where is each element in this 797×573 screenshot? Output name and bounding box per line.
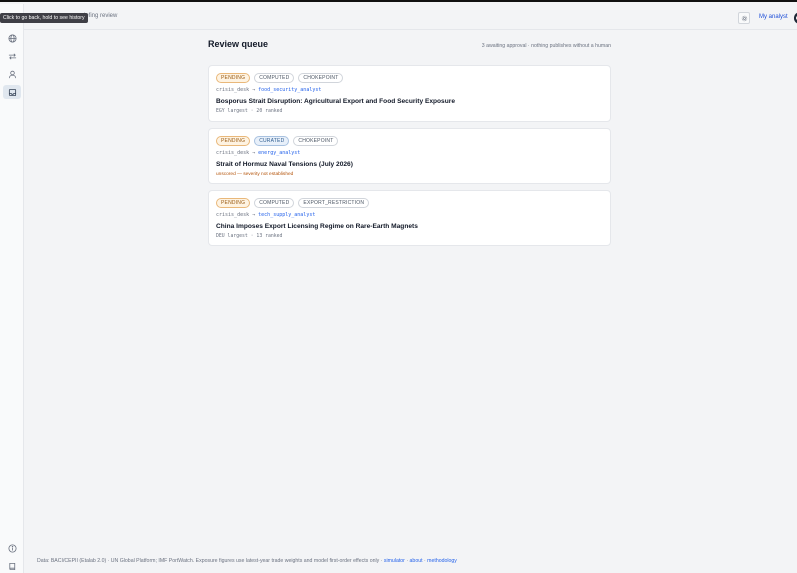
user-nav-button[interactable] <box>3 67 21 81</box>
card-title[interactable]: Bosporus Strait Disruption: Agricultural… <box>216 98 455 105</box>
routing-target: tech_supply_analyst <box>258 212 316 218</box>
user-icon <box>8 70 16 78</box>
back-button-tooltip: Click to go back, hold to see history <box>0 13 88 23</box>
simulator-link[interactable]: simulator <box>384 558 405 564</box>
globe-icon <box>7 33 17 43</box>
routing-source: crisis_desk → <box>216 150 256 156</box>
page-title: Review queue <box>208 39 269 49</box>
badge-row: PENDING CURATED CHOKEPOINT <box>216 136 339 146</box>
badge-row: PENDING COMPUTED CHOKEPOINT <box>216 73 344 83</box>
method-badge: CURATED <box>254 136 290 146</box>
status-badge: PENDING <box>216 198 251 208</box>
footer-text: Data: BACI/CEPII (Etalab 2.0) · UN Globa… <box>37 558 383 564</box>
method-badge: COMPUTED <box>254 73 295 83</box>
swap-nav-button[interactable] <box>3 49 21 63</box>
type-badge: EXPORT_RESTRICTION <box>298 198 370 208</box>
settings-button[interactable] <box>738 12 750 24</box>
book-icon <box>8 562 15 570</box>
breadcrumb[interactable]: iefing review <box>84 13 117 19</box>
footer-separator: · <box>423 558 426 564</box>
badge-row: PENDING COMPUTED EXPORT_RESTRICTION <box>216 198 370 208</box>
routing-line: crisis_desk → food_security_analyst <box>216 87 321 93</box>
queue-summary: 3 awaiting approval · nothing publishes … <box>481 43 611 49</box>
about-link[interactable]: about <box>410 558 423 564</box>
card-title[interactable]: China Imposes Export Licensing Regime on… <box>216 223 418 230</box>
review-card[interactable]: PENDING COMPUTED EXPORT_RESTRICTION cris… <box>208 190 611 246</box>
routing-source: crisis_desk → <box>216 212 256 218</box>
type-badge: CHOKEPOINT <box>293 136 339 146</box>
my-analyst-link[interactable]: My analyst <box>759 14 788 20</box>
routing-source: crisis_desk → <box>216 87 256 93</box>
globe-nav-button[interactable] <box>3 31 21 45</box>
routing-line: crisis_desk → energy_analyst <box>216 150 300 156</box>
inbox-icon <box>8 88 16 96</box>
left-nav-rail <box>0 4 24 573</box>
methodology-link[interactable]: methodology <box>427 558 457 564</box>
top-bar: iefing review My analyst <box>24 4 797 30</box>
review-queue-nav-button[interactable] <box>3 85 21 99</box>
review-card[interactable]: PENDING CURATED CHOKEPOINT crisis_desk →… <box>208 128 611 184</box>
card-title[interactable]: Strait of Hormuz Naval Tensions (July 20… <box>216 161 353 168</box>
swap-arrows-icon <box>8 53 16 59</box>
docs-nav-button[interactable] <box>3 559 21 573</box>
gear-icon <box>741 15 747 21</box>
card-meta: DEU largest · 13 ranked <box>216 234 283 239</box>
type-badge: CHOKEPOINT <box>298 73 344 83</box>
data-attribution-footer: Data: BACI/CEPII (Etalab 2.0) · UN Globa… <box>37 558 457 564</box>
review-queue-header: Review queue 3 awaiting approval · nothi… <box>208 39 611 49</box>
method-badge: COMPUTED <box>254 198 295 208</box>
info-nav-button[interactable] <box>3 541 21 555</box>
routing-target: food_security_analyst <box>258 87 322 93</box>
routing-target: energy_analyst <box>258 150 301 156</box>
status-badge: PENDING <box>216 73 251 83</box>
card-meta: EGY largest · 20 ranked <box>216 109 283 114</box>
info-icon <box>7 543 17 553</box>
routing-line: crisis_desk → tech_supply_analyst <box>216 212 315 218</box>
card-meta: unscored — severity not established <box>216 172 294 177</box>
review-card[interactable]: PENDING COMPUTED CHOKEPOINT crisis_desk … <box>208 65 611 122</box>
footer-separator: · <box>406 558 409 564</box>
status-badge: PENDING <box>216 136 251 146</box>
